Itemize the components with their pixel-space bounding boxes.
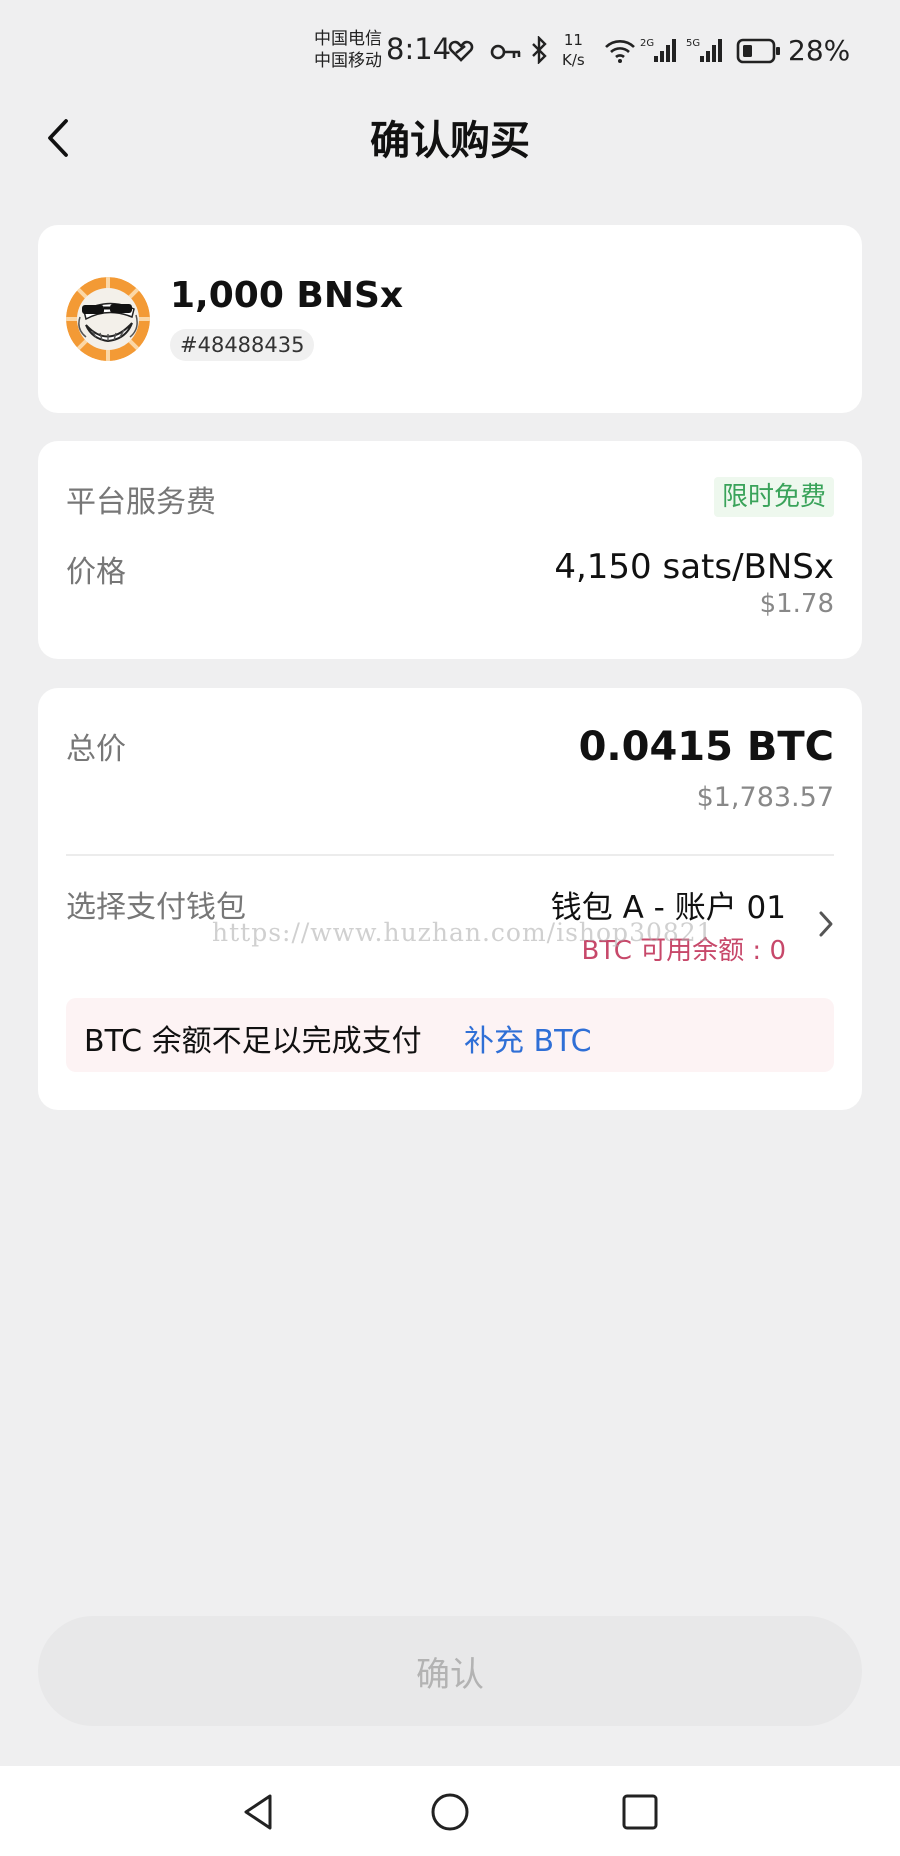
warning-text: BTC 余额不足以完成支付	[84, 1024, 422, 1059]
system-nav-bar	[0, 1766, 900, 1856]
carrier-1: 中国电信	[314, 29, 382, 49]
carrier-labels: 中国电信 中国移动	[314, 28, 382, 72]
net-speed-unit: K/s	[562, 51, 585, 69]
net-speed: 11 K/s	[562, 30, 585, 70]
wallet-label: 选择支付钱包	[66, 890, 246, 925]
total-value: 0.0415 BTC	[578, 724, 834, 770]
wallet-balance: BTC 可用余额 : 0	[581, 936, 786, 966]
insufficient-balance-warning: BTC 余额不足以完成支付 补充 BTC	[66, 998, 834, 1072]
divider	[66, 854, 834, 856]
total-usd: $1,783.57	[696, 782, 834, 813]
service-fee-label: 平台服务费	[66, 485, 216, 520]
status-time: 8:14	[386, 32, 452, 66]
screen: 中国电信 中国移动 8:14 11 K/s 2G 5G 28% 确认购买 1,0…	[0, 0, 900, 1856]
topup-btc-link[interactable]: 补充 BTC	[464, 1016, 592, 1060]
token-amount: 1,000 BNSx	[170, 275, 404, 316]
wallet-selector[interactable]: 选择支付钱包 钱包 A - 账户 01 BTC 可用余额 : 0	[38, 878, 862, 978]
wifi-icon	[605, 40, 635, 63]
carrier-2: 中国移动	[314, 51, 382, 71]
total-label: 总价	[66, 732, 126, 767]
token-id-badge: #48488435	[170, 329, 315, 361]
svg-text:5G: 5G	[686, 38, 700, 49]
total-card: 总价 0.0415 BTC $1,783.57 选择支付钱包 钱包 A - 账户…	[38, 688, 862, 1110]
price-value: 4,150 sats/BNSx	[554, 547, 834, 587]
wallet-name: 钱包 A - 账户 01	[550, 890, 786, 926]
nav-back-icon[interactable]	[234, 1788, 282, 1836]
heart-link-icon	[448, 40, 474, 62]
nav-home-icon[interactable]	[426, 1788, 474, 1836]
battery-percent: 28%	[788, 34, 851, 67]
trollface-avatar-icon	[66, 277, 150, 361]
nav-recents-icon[interactable]	[616, 1788, 664, 1836]
price-label: 价格	[66, 555, 126, 590]
signal-icon: 5G	[686, 38, 722, 62]
price-usd: $1.78	[759, 589, 834, 619]
confirm-button[interactable]: 确认	[38, 1616, 862, 1726]
free-badge: 限时免费	[713, 477, 834, 517]
status-bar: 中国电信 中国移动 8:14 11 K/s 2G 5G 28%	[0, 0, 900, 104]
key-icon	[490, 44, 521, 60]
page-title: 确认购买	[370, 118, 530, 164]
token-card: 1,000 BNSx #48488435	[38, 225, 862, 413]
chevron-right-icon	[819, 911, 833, 937]
bluetooth-icon	[532, 36, 547, 64]
token-avatar	[66, 277, 150, 361]
svg-text:2G: 2G	[640, 38, 654, 49]
battery-icon	[736, 38, 780, 64]
net-speed-value: 11	[563, 31, 583, 49]
fees-card: 平台服务费 限时免费 价格 4,150 sats/BNSx $1.78	[38, 441, 862, 659]
signal-icon: 2G	[640, 38, 676, 62]
